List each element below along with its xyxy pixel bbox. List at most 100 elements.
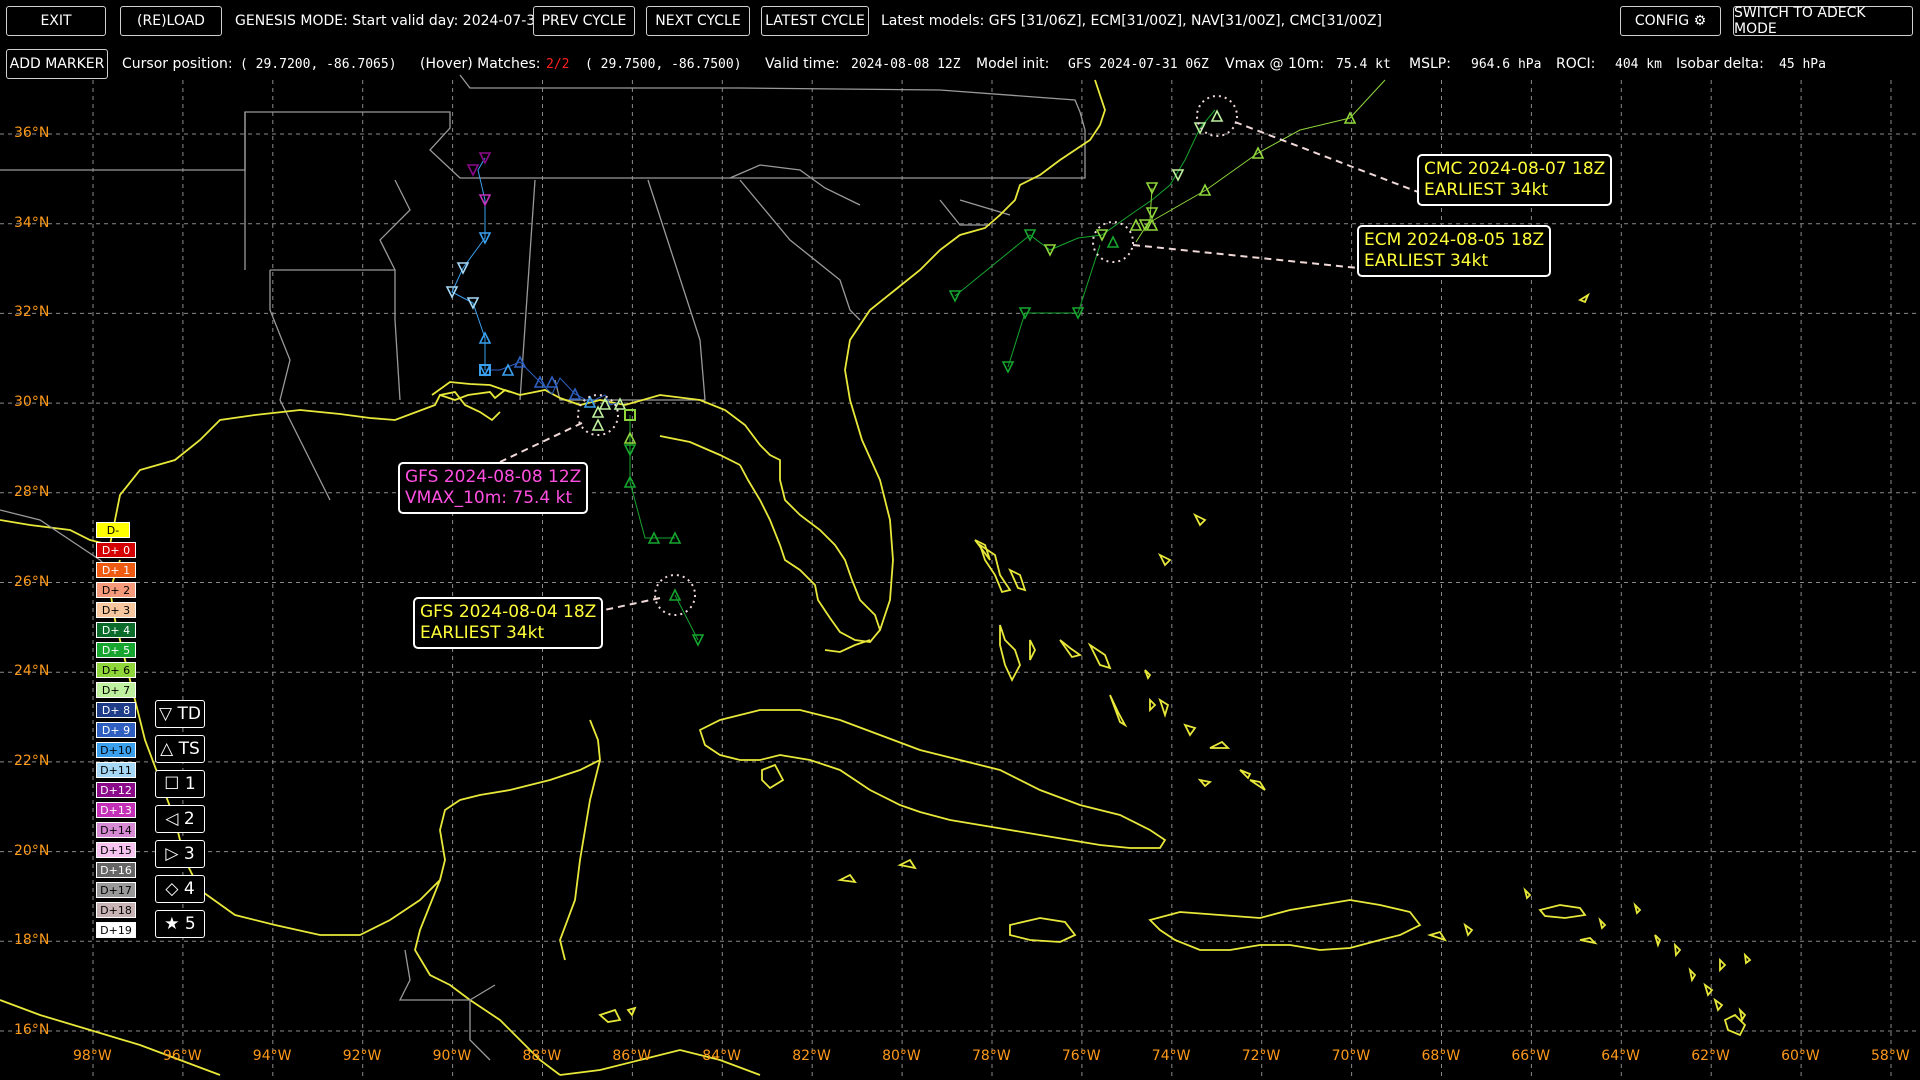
day-legend-item: D+19 — [96, 922, 136, 938]
mslp-value: 964.6 hPa — [1471, 57, 1542, 72]
latitude-label: 30°N — [14, 394, 50, 411]
model-init-label: Model init: — [976, 56, 1050, 72]
longitude-label: 60°W — [1781, 1048, 1820, 1064]
intensity-legend-item: ◁ 2 — [155, 805, 205, 833]
track-markers — [445, 109, 1357, 647]
longitude-label: 58°W — [1871, 1048, 1910, 1064]
roci-value: 404 km — [1615, 57, 1662, 72]
latitude-label: 28°N — [14, 483, 50, 500]
isobar-delta-value: 45 hPa — [1779, 57, 1826, 72]
gfs-hover-annotation: GFS 2024-08-08 12Z VMAX_10m: 75.4 kt — [398, 462, 589, 514]
intensity-legend-item: ▽ TD — [155, 700, 205, 728]
intensity-legend-item: ☐ 1 — [155, 770, 205, 798]
longitude-label: 70°W — [1331, 1048, 1371, 1064]
day-legend-item: D+13 — [96, 802, 136, 818]
day-legend-item: D+ 2 — [96, 582, 136, 598]
gfs-earliest-annotation: GFS 2024-08-04 18Z EARLIEST 34kt — [413, 597, 604, 649]
switch-adeck-mode-button[interactable]: SWITCH TO ADECK MODE — [1733, 5, 1913, 37]
day-legend-item: D+11 — [96, 762, 136, 778]
latitude-label: 16°N — [14, 1022, 50, 1038]
longitude-label: 78°W — [972, 1048, 1011, 1064]
cursor-position-label: Cursor position: — [122, 56, 233, 72]
longitude-label: 94°W — [252, 1048, 292, 1064]
anno-subtitle: EARLIEST 34kt — [1364, 251, 1489, 271]
day-legend-item: D+10 — [96, 742, 136, 758]
longitude-label: 88°W — [522, 1048, 562, 1064]
intensity-legend-item: ★ 5 — [155, 910, 205, 938]
day-legend-item: D+ 1 — [96, 562, 136, 578]
hover-matches-label: (Hover) Matches: — [420, 56, 541, 72]
ts-marker — [591, 418, 605, 431]
day-legend-item: D+14 — [96, 822, 136, 838]
longitude-label: 64°W — [1601, 1048, 1640, 1064]
map-canvas[interactable] — [0, 0, 1920, 1080]
cursor-position-value: ( 29.7200, -86.7065) — [240, 57, 397, 72]
day-legend-item: D+ 0 — [96, 542, 136, 558]
longitude-label: 92°W — [342, 1048, 382, 1064]
intensity-legend-item: ◇ 4 — [155, 875, 205, 903]
config-button[interactable]: CONFIG ⚙ — [1620, 6, 1721, 36]
longitude-label: 74°W — [1151, 1048, 1191, 1064]
longitude-label: 98°W — [73, 1048, 112, 1064]
anno-title: GFS 2024-08-08 12Z — [405, 467, 582, 487]
latitude-label: 22°N — [14, 752, 50, 769]
latitude-label: 32°N — [14, 304, 50, 321]
day-legend-item: D+15 — [96, 842, 136, 858]
td-marker — [1145, 207, 1159, 220]
exit-button[interactable]: EXIT — [6, 6, 106, 36]
day-legend-item: D+ 7 — [96, 682, 136, 698]
anno-title: ECM 2024-08-05 18Z — [1364, 230, 1545, 250]
anno-subtitle: EARLIEST 34kt — [420, 623, 545, 643]
mslp-label: MSLP: — [1409, 56, 1451, 72]
anno-subtitle: VMAX_10m: 75.4 kt — [405, 488, 573, 508]
latitude-label: 26°N — [14, 573, 50, 590]
lat-lon-grid — [0, 80, 1920, 1080]
anno-title: GFS 2024-08-04 18Z — [420, 602, 597, 622]
reload-button[interactable]: (RE)LOAD — [120, 6, 222, 36]
longitude-label: 96°W — [162, 1048, 202, 1064]
longitude-label: 68°W — [1421, 1048, 1461, 1064]
day-legend-item: D+ 8 — [96, 702, 136, 718]
day-legend-item: D+16 — [96, 862, 136, 878]
hover-matches-count: 2/2 — [546, 57, 570, 72]
day-legend-item: D+18 — [96, 902, 136, 918]
td-marker — [466, 164, 480, 177]
day-legend-item: D- — [96, 522, 130, 538]
longitude-label: 86°W — [612, 1048, 652, 1064]
intensity-legend-item: △ TS — [155, 735, 205, 763]
ts-marker — [1129, 218, 1143, 231]
storm-tracks — [451, 79, 1386, 641]
longitude-label: 76°W — [1061, 1048, 1101, 1064]
cmc-earliest-annotation: CMC 2024-08-07 18Z EARLIEST 34kt — [1417, 154, 1613, 206]
valid-time-value: 2024-08-08 12Z — [851, 57, 961, 72]
latitude-label: 34°N — [14, 214, 50, 231]
latitude-label: 20°N — [14, 842, 50, 859]
vmax-value: 75.4 kt — [1336, 57, 1391, 72]
next-cycle-button[interactable]: NEXT CYCLE — [646, 6, 750, 36]
day-legend-item: D+17 — [96, 882, 136, 898]
ts-marker — [1106, 235, 1120, 248]
valid-time-label: Valid time: — [765, 56, 840, 72]
hover-position-value: ( 29.7500, -86.7500) — [585, 57, 742, 72]
ecm-earliest-annotation: ECM 2024-08-05 18Z EARLIEST 34kt — [1357, 225, 1552, 277]
longitude-label: 84°W — [702, 1048, 741, 1064]
longitude-label: 82°W — [792, 1048, 831, 1064]
day-legend-item: D+ 4 — [96, 622, 136, 638]
prev-cycle-button[interactable]: PREV CYCLE — [533, 6, 635, 36]
longitude-label: 62°W — [1691, 1048, 1730, 1064]
add-marker-button[interactable]: ADD MARKER — [6, 49, 108, 79]
genesis-mode-label: GENESIS MODE: Start valid day: 2024-07-3… — [235, 13, 545, 29]
longitude-label: 72°W — [1241, 1048, 1281, 1064]
annotation-leaders — [499, 121, 1419, 613]
latest-cycle-button[interactable]: LATEST CYCLE — [761, 6, 869, 36]
latitude-label: 18°N — [14, 932, 50, 949]
day-legend-item: D+ 3 — [96, 602, 136, 618]
latitude-label: 24°N — [14, 663, 50, 680]
intensity-legend-item: ▷ 3 — [155, 840, 205, 868]
day-legend-item: D+12 — [96, 782, 136, 798]
model-init-value: GFS 2024-07-31 06Z — [1068, 57, 1209, 72]
anno-subtitle: EARLIEST 34kt — [1424, 180, 1549, 200]
longitude-label: 80°W — [882, 1048, 921, 1064]
longitude-label: 90°W — [432, 1048, 472, 1064]
ts-marker — [501, 363, 515, 376]
